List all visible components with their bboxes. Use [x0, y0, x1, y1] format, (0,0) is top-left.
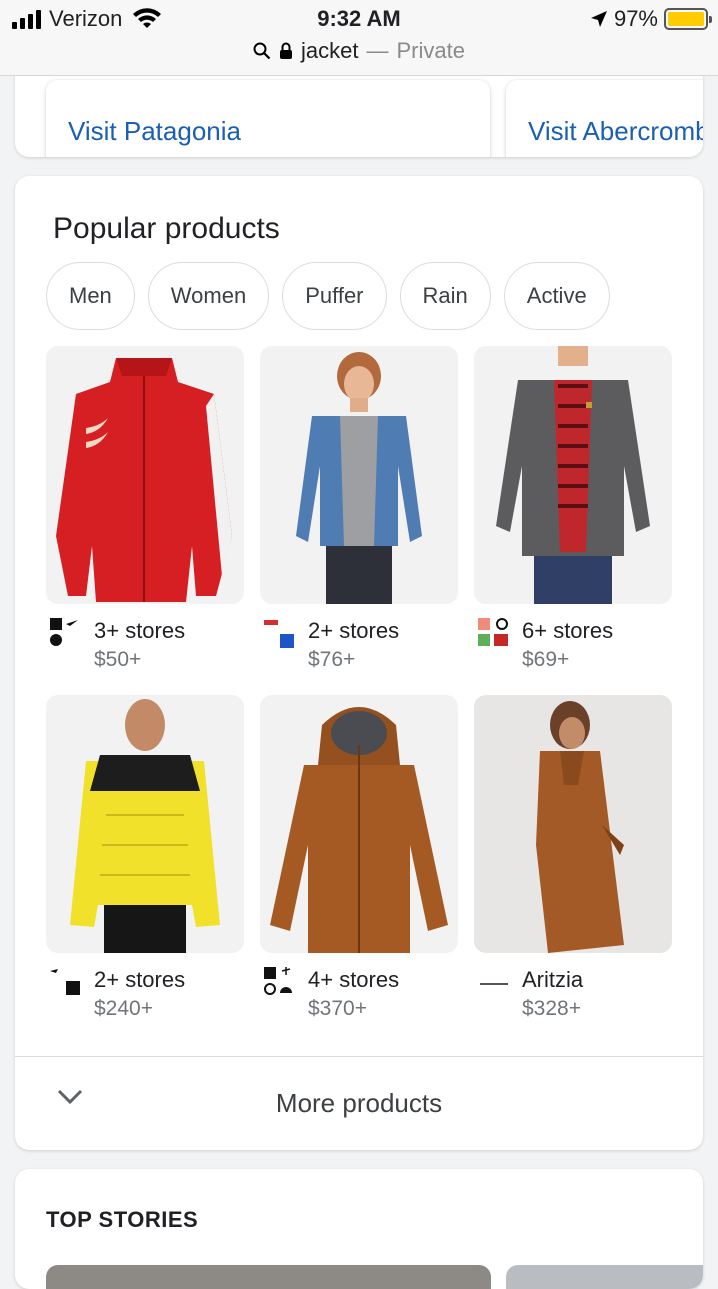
store-logos-icon: [478, 618, 508, 646]
chip-active[interactable]: Active: [503, 262, 610, 330]
product-image-grey-field-jacket[interactable]: [474, 346, 672, 604]
chip-puffer[interactable]: Puffer: [282, 262, 387, 330]
product-price: $328+: [522, 997, 581, 1020]
visit-patagonia-link[interactable]: Visit Patagonia: [46, 80, 490, 157]
location-arrow-icon: [590, 11, 607, 27]
product-store-count: 6+ stores: [522, 618, 614, 643]
product-store-count: 2+ stores: [308, 618, 400, 643]
product-card[interactable]: 2+ stores $76+: [260, 346, 458, 674]
top-stories-card: TOP STORIES: [15, 1169, 703, 1289]
chevron-down-icon: [57, 1089, 83, 1105]
visit-abercrombie-link[interactable]: Visit Abercrombie: [506, 80, 703, 157]
address-bar[interactable]: jacket — Private: [0, 38, 718, 64]
store-logos-icon: [50, 618, 78, 646]
lock-icon: [280, 42, 293, 59]
more-products-label: More products: [275, 1088, 443, 1118]
product-image-brown-hooded-jacket[interactable]: [260, 695, 458, 953]
url-separator: —: [366, 38, 389, 63]
product-card[interactable]: 4+ stores $370+: [260, 695, 458, 1023]
chip-women[interactable]: Women: [147, 262, 270, 330]
product-card[interactable]: Aritzia $328+: [474, 695, 672, 1023]
product-image-camel-wool-coat[interactable]: [474, 695, 672, 953]
popular-products-card: Popular products Men Women Puffer Rain A…: [15, 176, 703, 1150]
store-logos-icon: [264, 967, 292, 995]
product-price: $370+: [308, 997, 367, 1020]
store-logos-icon: [50, 969, 80, 995]
search-icon: [253, 42, 271, 60]
popular-products-title: Popular products: [53, 212, 280, 245]
product-price: $240+: [94, 997, 153, 1020]
top-stories-title: TOP STORIES: [46, 1207, 199, 1232]
product-card[interactable]: 6+ stores $69+: [474, 346, 672, 674]
product-store-count: 3+ stores: [94, 618, 186, 643]
story-thumbnail[interactable]: [506, 1265, 703, 1289]
battery-percent: 97%: [613, 6, 658, 31]
product-price: $50+: [94, 648, 142, 671]
story-thumbnail[interactable]: [46, 1265, 491, 1289]
store-logos-icon: [264, 620, 294, 648]
product-price: $76+: [308, 648, 356, 671]
filter-chips: Men Women Puffer Rain Active: [46, 262, 610, 330]
battery-icon: [664, 8, 712, 30]
product-image-red-track-jacket[interactable]: [46, 346, 244, 604]
chip-men[interactable]: Men: [46, 262, 135, 330]
product-card[interactable]: 3+ stores $50+: [46, 346, 244, 674]
product-price: $69+: [522, 648, 570, 671]
product-store-count: 4+ stores: [308, 967, 400, 992]
more-products-button[interactable]: More products: [15, 1057, 703, 1150]
aritzia-logo-icon: [480, 983, 508, 985]
private-mode-label: Private: [396, 38, 465, 63]
product-image-yellow-puffer-jacket[interactable]: [46, 695, 244, 953]
battery-info: 97%: [590, 6, 712, 32]
product-store-count: 2+ stores: [94, 967, 186, 992]
product-image-denim-jacket[interactable]: [260, 346, 458, 604]
chip-rain[interactable]: Rain: [399, 262, 491, 330]
product-store-name: Aritzia: [522, 967, 584, 992]
product-card[interactable]: 2+ stores $240+: [46, 695, 244, 1023]
status-bar: Verizon 9:32 AM 97% jacket — Private: [0, 0, 718, 76]
url-query: jacket: [301, 38, 359, 63]
